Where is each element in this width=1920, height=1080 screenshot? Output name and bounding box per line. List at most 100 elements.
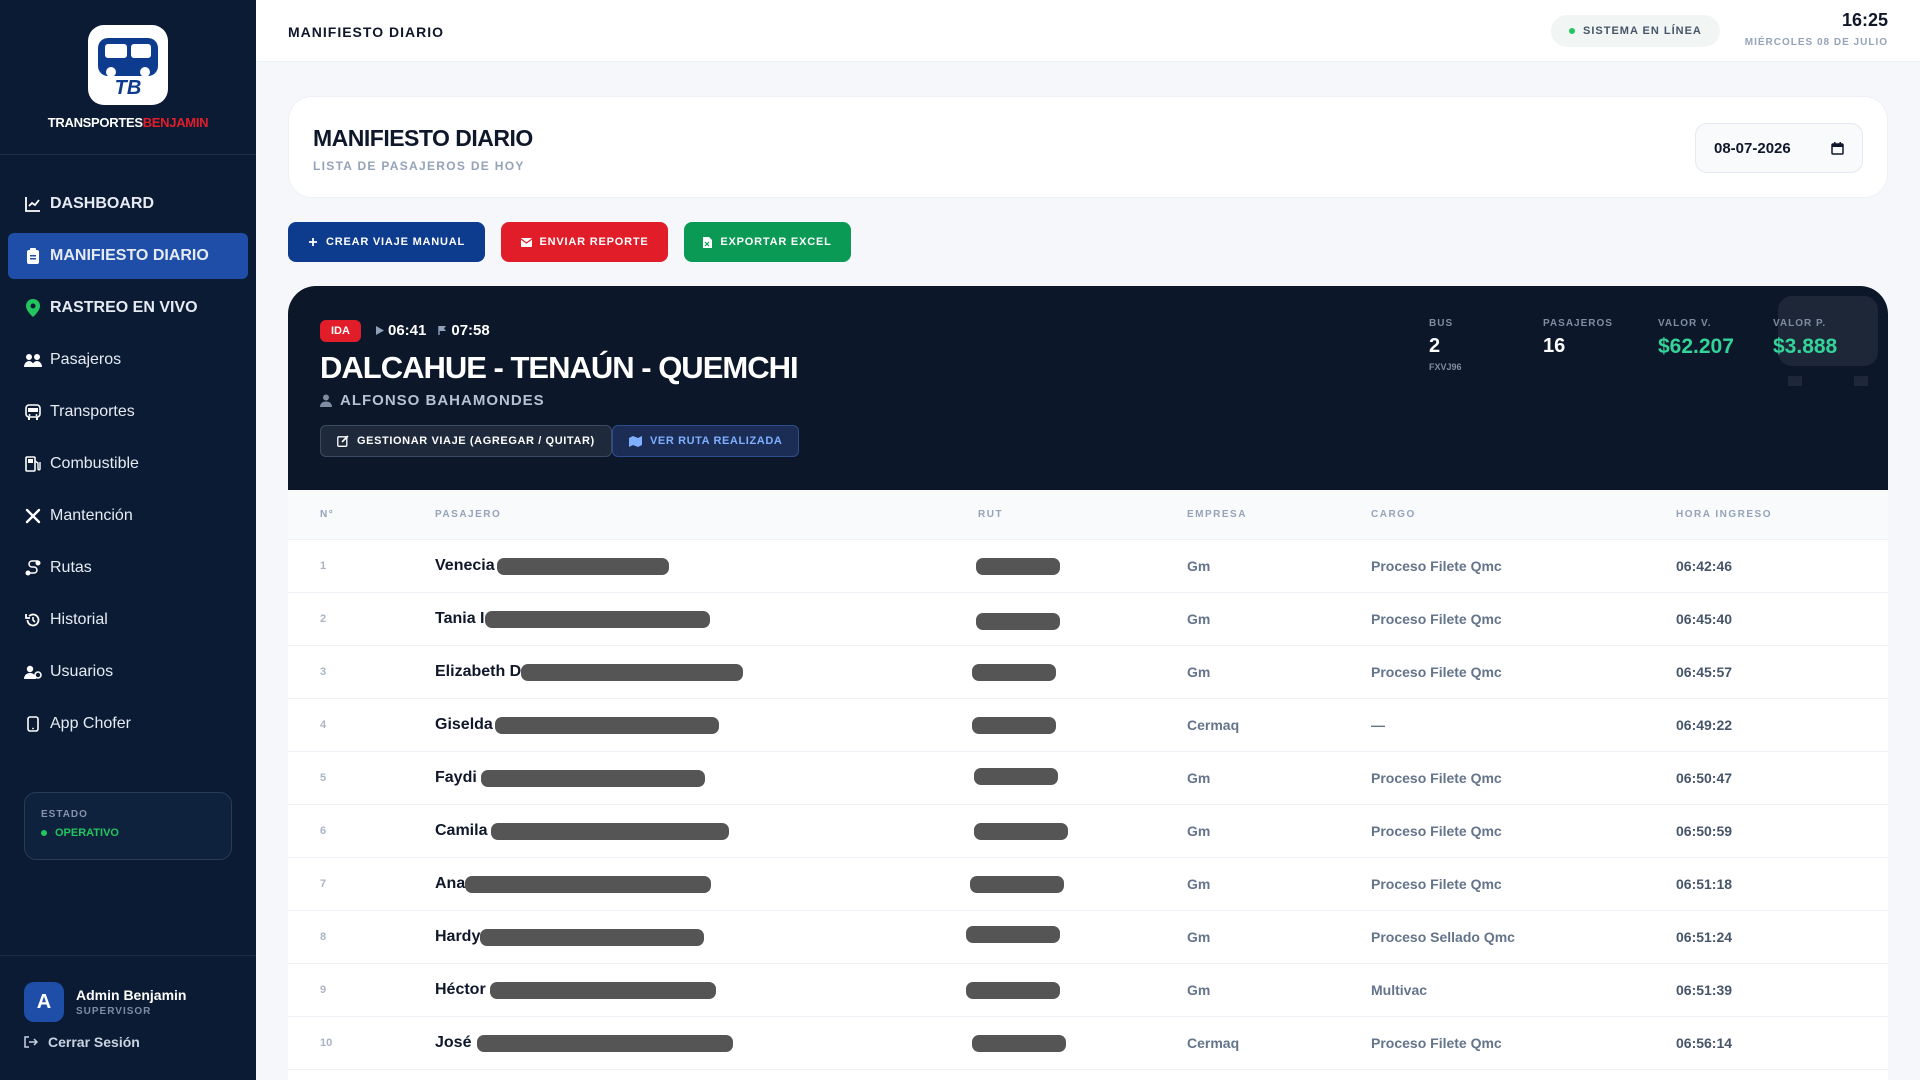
route-title: DALCAHUE - TENAÚN - QUEMCHI [320, 350, 799, 385]
redaction [477, 1034, 734, 1052]
passenger-name: Giselda [435, 716, 493, 733]
redaction [494, 716, 719, 734]
status-dot-icon [41, 830, 47, 836]
passenger-name: Elizabeth D [435, 663, 522, 680]
redaction [972, 717, 1056, 734]
passenger-name: Héctor [435, 981, 486, 998]
clock-time: 16:25 [1841, 10, 1888, 30]
time-cell: 06:50:59 [1676, 823, 1733, 839]
manage-trip-button[interactable]: GESTIONAR VIAJE (AGREGAR / QUITAR) [320, 425, 612, 457]
role-cell: Proceso Filete Qmc [1371, 558, 1502, 574]
table-row[interactable]: 6 Camila Gm Proceso Filete Qmc 06:50:59 [288, 805, 1888, 858]
time-cell: 06:50:47 [1676, 770, 1733, 786]
table-row[interactable]: 2 Tania I Gm Proceso Filete Qmc 06:45:40 [288, 593, 1888, 646]
redaction [976, 558, 1060, 575]
time-cell: 06:49:22 [1676, 717, 1733, 733]
stat-passengers-label: PASAJEROS [1543, 318, 1613, 329]
trip-start: 06:41 [376, 322, 426, 339]
calendar-icon[interactable] [1831, 141, 1844, 155]
sidebar-item-label: Usuarios [50, 663, 114, 680]
company-cell: Gm [1187, 558, 1211, 574]
table-row[interactable]: 3 Elizabeth D Gm Proceso Filete Qmc 06:4… [288, 646, 1888, 699]
company-cell: Gm [1187, 982, 1211, 998]
rut-cell [976, 540, 1187, 592]
user-role: SUPERVISOR [76, 1006, 152, 1017]
trip-end: 07:58 [438, 322, 490, 339]
excel-file-icon [703, 236, 713, 248]
passenger-name: Venecia [435, 557, 495, 574]
col-header-time: HORA INGRESO [1676, 509, 1772, 520]
company-cell: Gm [1187, 770, 1211, 786]
plus-icon [308, 237, 318, 247]
brand-logo[interactable]: TB [88, 24, 168, 105]
table-row[interactable]: 7 Ana Gm Proceso Filete Qmc 06:51:18 [288, 858, 1888, 911]
logout-button[interactable]: Cerrar Sesión [24, 1034, 232, 1050]
top-bar: MANIFIESTO DIARIO SISTEMA EN LÍNEA 16:25… [256, 0, 1920, 62]
date-value: 08-07-2026 [1714, 139, 1791, 157]
stat-bus-value: 2 [1429, 335, 1441, 357]
sidebar-item-manifiesto[interactable]: MANIFIESTO DIARIO [8, 233, 248, 279]
passenger-name: Faydi [435, 769, 477, 786]
rut-cell [976, 593, 1187, 645]
sidebar-item-historial[interactable]: Historial [8, 597, 248, 643]
avatar: A [24, 982, 64, 1022]
send-report-button[interactable]: ENVIAR REPORTE [501, 222, 668, 262]
table-row[interactable]: 9 Héctor Gm Multivac 06:51:39 [288, 964, 1888, 1017]
svg-text:TB: TB [115, 77, 142, 98]
sidebar-item-rastreo[interactable]: RASTREO EN VIVO [8, 285, 248, 331]
export-excel-button[interactable]: EXPORTAR EXCEL [684, 222, 851, 262]
trip-card: IDA 06:41 07:58 DALCAHUE - TENAÚN - QUEM… [288, 286, 1888, 1080]
stat-valor-p-value: $3.888 [1773, 335, 1838, 358]
passenger-name: Tania I [435, 610, 485, 627]
table-row[interactable]: 5 Faydi Gm Proceso Filete Qmc 06:50:47 [288, 752, 1888, 805]
row-number: 1 [320, 560, 327, 572]
sidebar-item-usuarios[interactable]: Usuarios [8, 649, 248, 695]
stat-bus: BUS 2 FXVJ96 [1429, 318, 1462, 372]
status-card: ESTADO OPERATIVO [24, 792, 232, 860]
sidebar-item-mantencion[interactable]: Mantención [8, 493, 248, 539]
redaction [966, 982, 1060, 999]
sidebar-item-rutas[interactable]: Rutas [8, 545, 248, 591]
company-cell: Gm [1187, 929, 1211, 945]
logout-icon [24, 1036, 38, 1048]
create-trip-button[interactable]: CREAR VIAJE MANUAL [288, 222, 485, 262]
bus-icon [24, 403, 42, 421]
trip-header: IDA 06:41 07:58 DALCAHUE - TENAÚN - QUEM… [288, 286, 1888, 490]
sidebar-item-label: RASTREO EN VIVO [50, 299, 198, 316]
rut-cell [966, 964, 1187, 1016]
table-row[interactable]: 4 Giselda Cermaq — 06:49:22 [288, 699, 1888, 752]
tools-icon [24, 507, 42, 525]
date-picker[interactable]: 08-07-2026 [1695, 123, 1863, 173]
sidebar: TB TRANSPORTESBENJAMIN DASHBOARD MANIFIE… [0, 0, 256, 1080]
time-cell: 06:45:40 [1676, 611, 1733, 627]
rut-cell [974, 805, 1187, 857]
passenger-cell: Elizabeth D [435, 663, 978, 681]
table-row[interactable]: 10 José Cermaq Proceso Filete Qmc 06:56:… [288, 1017, 1888, 1070]
passenger-cell: Tania I [435, 610, 978, 628]
sidebar-item-pasajeros[interactable]: Pasajeros [8, 337, 248, 383]
row-number: 2 [320, 613, 327, 625]
sidebar-item-dashboard[interactable]: DASHBOARD [8, 181, 248, 227]
table-row[interactable]: 8 Hardy Gm Proceso Sellado Qmc 06:51:24 [288, 911, 1888, 964]
sidebar-item-label: Rutas [50, 559, 92, 576]
page-subtitle: LISTA DE PASAJEROS DE HOY [313, 159, 525, 173]
sidebar-item-app-chofer[interactable]: App Chofer [8, 701, 248, 747]
trip-times: 06:41 07:58 [376, 322, 502, 339]
redaction [465, 875, 712, 893]
table-row[interactable]: 1 Venecia Gm Proceso Filete Qmc 06:42:46 [288, 540, 1888, 593]
sidebar-nav: DASHBOARD MANIFIESTO DIARIO RASTREO EN V… [0, 155, 256, 747]
redaction [970, 876, 1064, 893]
sidebar-item-transportes[interactable]: Transportes [8, 389, 248, 435]
sidebar-item-combustible[interactable]: Combustible [8, 441, 248, 487]
map-pin-icon [24, 299, 42, 317]
user-profile[interactable]: A Admin Benjamin SUPERVISOR [24, 982, 232, 1022]
stat-passengers-value: 16 [1543, 335, 1566, 357]
page-title: MANIFIESTO DIARIO [313, 125, 533, 151]
table-header: N° PASAJERO RUT EMPRESA CARGO HORA INGRE… [288, 490, 1888, 540]
view-route-button[interactable]: VER RUTA REALIZADA [612, 425, 800, 457]
redaction [480, 928, 705, 946]
col-header-role: CARGO [1371, 509, 1416, 520]
rut-cell [970, 858, 1187, 910]
stat-valor-p-label: VALOR P. [1773, 318, 1827, 329]
passenger-cell: Camila [435, 822, 978, 840]
